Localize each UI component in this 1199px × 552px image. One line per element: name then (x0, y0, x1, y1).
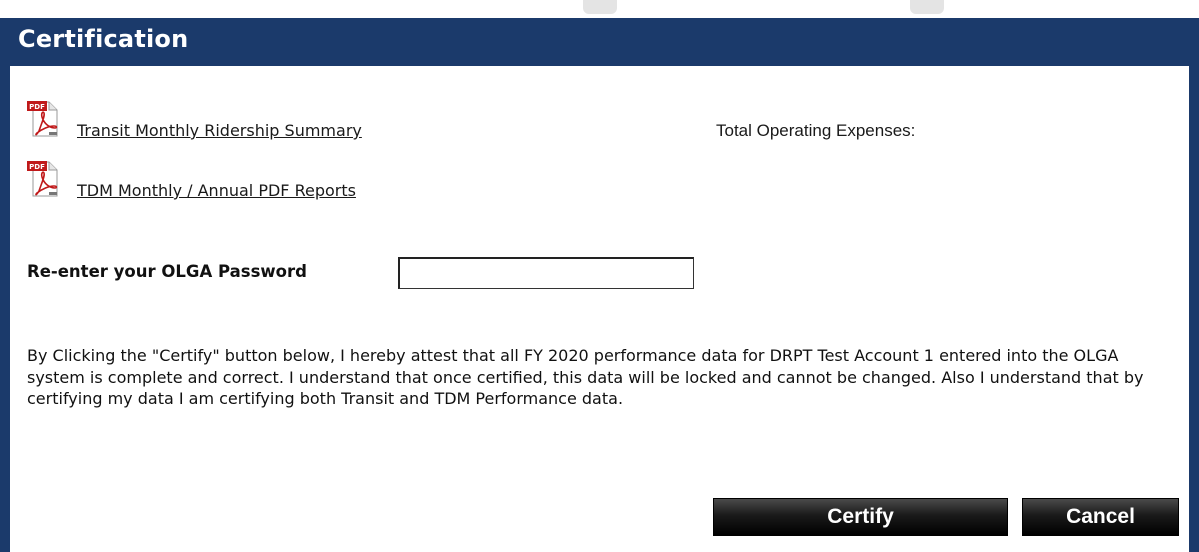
transit-ridership-summary-link[interactable]: Transit Monthly Ridership Summary (77, 121, 362, 140)
total-operating-expenses-label: Total Operating Expenses: (716, 121, 916, 140)
panel-title: Certification (18, 25, 189, 53)
certify-button[interactable]: Certify (713, 498, 1008, 536)
tab-ghost-left (583, 0, 617, 14)
svg-text:PDF: PDF (29, 163, 45, 171)
svg-text:PDF: PDF (29, 103, 45, 111)
tab-ghost-right (910, 0, 944, 14)
password-input[interactable] (398, 257, 694, 289)
top-strip (0, 0, 1199, 20)
pdf-icon[interactable]: PDF (25, 98, 61, 138)
cancel-button[interactable]: Cancel (1022, 498, 1179, 536)
attestation-text: By Clicking the "Certify" button below, … (27, 346, 1144, 408)
tdm-pdf-reports-link[interactable]: TDM Monthly / Annual PDF Reports (77, 181, 356, 200)
password-label: Re-enter your OLGA Password (27, 262, 307, 281)
panel-header: Certification (0, 18, 1199, 66)
pdf-icon[interactable]: PDF (25, 158, 61, 198)
